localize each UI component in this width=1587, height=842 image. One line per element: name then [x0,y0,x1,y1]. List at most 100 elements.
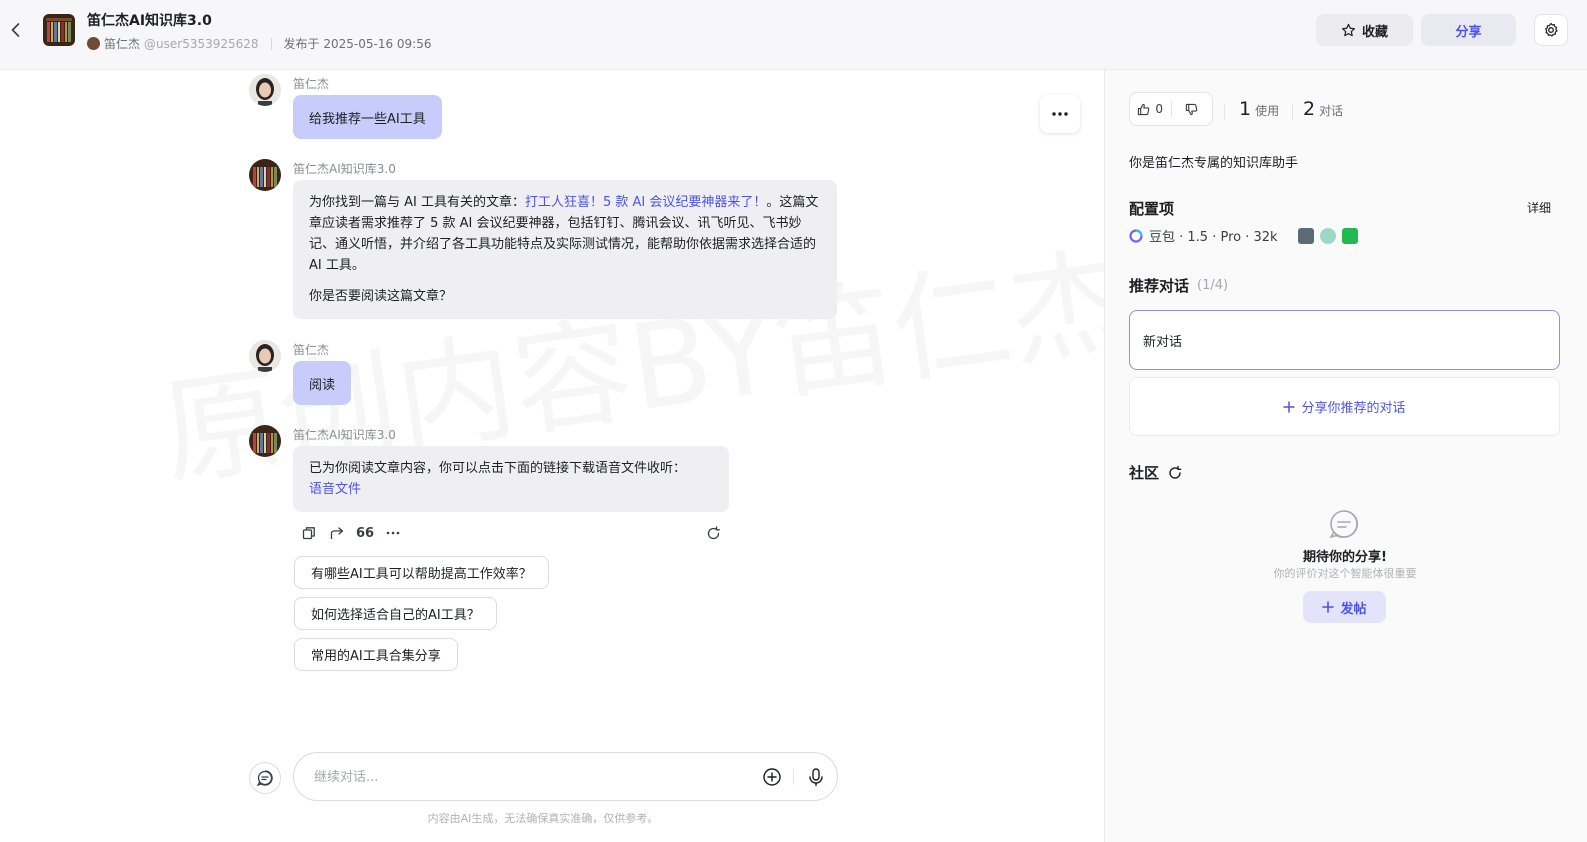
user-name: 笛仁杰 [293,343,330,357]
config-title: 配置项 [1129,198,1174,219]
author-name[interactable]: 笛仁杰 [104,35,140,52]
bot-message-paragraph: 为你找到一篇与 AI 工具有关的文章：打工人狂喜！5 款 AI 会议纪要神器来了… [309,192,821,276]
author-avatar [87,37,100,50]
more-options-button[interactable] [1040,95,1080,133]
recommend-count: (1/4) [1197,278,1229,293]
like-count: 0 [1155,102,1164,116]
new-conversation-label: 新对话 [1143,334,1183,350]
chat-input[interactable] [314,767,734,787]
bot-message-avatar [249,159,281,191]
quote-icon[interactable]: 66 [356,524,374,542]
conversation-count: 2 [1303,98,1316,120]
empty-state-subtitle: 你的评价对这个智能体很重要 [1273,567,1417,580]
star-icon [1341,23,1355,36]
copy-icon[interactable] [300,524,318,542]
usage-count: 1 [1239,98,1252,120]
rating-group: 0 [1129,92,1213,126]
gear-icon [1545,22,1558,37]
header-meta: 笛仁杰 @user5353925628 发布于 2025-05-16 09:56 [87,35,432,52]
empty-state-title: 期待你的分享! [1303,550,1387,565]
plugin-icon[interactable] [1341,227,1358,244]
new-conversation-card[interactable]: 新对话 [1129,310,1560,370]
thumbs-down-icon [1186,103,1198,115]
more-dots-icon [1052,112,1068,116]
detail-link[interactable]: 详细 [1527,199,1551,216]
recommend-title: 推荐对话 (1/4) [1129,275,1228,296]
dislike-button[interactable] [1171,93,1212,125]
share-icon[interactable] [328,524,346,542]
post-button[interactable]: 发帖 [1303,591,1386,623]
regenerate-icon[interactable] [704,524,722,542]
recommend-title-text: 推荐对话 [1129,277,1190,295]
bot-text: 已为你阅读文章内容，你可以点击下面的链接下载语音文件收听： [309,461,687,476]
comment-icon [1327,507,1361,541]
post-label: 发帖 [1340,601,1367,617]
bot-message: 已为你阅读文章内容，你可以点击下面的链接下载语音文件收听： 语音文件 [293,446,729,512]
conversation-label: 对话 [1319,104,1344,118]
bot-name: 笛仁杰AI知识库3.0 [293,162,396,176]
plus-icon [1283,400,1296,413]
bot-message-avatar [249,425,281,457]
more-actions-icon[interactable] [384,524,402,542]
refresh-icon[interactable] [1167,465,1183,481]
app-root: 笛仁杰AI知识库3.0 笛仁杰 @user5353925628 发布于 2025… [0,0,1587,842]
usage-stat: 1 使用 [1239,98,1279,120]
bot-name: 笛仁杰AI知识库3.0 [293,428,396,442]
microphone-icon[interactable] [805,766,827,788]
favorite-label: 收藏 [1361,24,1388,40]
bot-message-paragraph: 已为你阅读文章内容，你可以点击下面的链接下载语音文件收听： 语音文件 [309,458,713,500]
user-message: 阅读 [293,361,352,405]
user-message-text: 给我推荐一些AI工具 [309,111,426,127]
like-button[interactable]: 0 [1130,93,1171,125]
usage-label: 使用 [1255,104,1280,118]
suggestion-chip[interactable]: 有哪些AI工具可以帮助提高工作效率？ [294,556,549,589]
community-title: 社区 [1129,462,1183,483]
doubao-model-icon [1129,228,1143,243]
model-info: 豆包 · 1.5 · Pro · 32k [1129,226,1358,245]
plugin-icon[interactable] [1319,227,1336,244]
settings-button[interactable] [1534,14,1568,46]
bot-title: 笛仁杰AI知识库3.0 [87,13,212,29]
config-title-text: 配置项 [1129,200,1175,218]
user-message-text: 阅读 [309,377,336,393]
bot-description: 你是笛仁杰专属的知识库助手 [1129,156,1299,171]
header: 笛仁杰AI知识库3.0 笛仁杰 @user5353925628 发布于 2025… [0,0,1587,70]
input-divider [793,769,794,785]
conversation-stat: 2 对话 [1303,98,1343,120]
bot-avatar [43,14,75,46]
model-name: 豆包 · 1.5 · Pro · 32k [1149,230,1278,245]
audio-file-link[interactable]: 语音文件 [309,482,361,497]
bot-question: 你是否要阅读这篇文章？ [309,289,453,304]
share-recommended-label: 分享你推荐的对话 [1301,401,1406,416]
share-button[interactable]: 分享 [1421,14,1516,46]
share-label: 分享 [1455,24,1482,40]
share-recommended-button[interactable]: 分享你推荐的对话 [1129,377,1560,436]
plugin-icon[interactable] [1297,227,1314,244]
suggestion-chip[interactable]: 如何选择适合自己的AI工具？ [294,597,497,630]
plus-icon [1322,601,1335,613]
favorite-button[interactable]: 收藏 [1316,14,1413,46]
thumbs-up-icon [1138,103,1150,115]
back-icon[interactable] [6,20,26,40]
stats-divider [1224,104,1225,120]
suggestion-chip[interactable]: 常用的AI工具合集分享 [294,638,458,671]
message-actions: 66 [300,522,730,544]
chat-input-box [293,752,838,801]
community-title-text: 社区 [1129,464,1160,482]
user-name: 笛仁杰 [293,77,330,91]
author-handle: @user5353925628 [144,36,259,51]
user-message: 给我推荐一些AI工具 [293,95,442,139]
chat-area: 原创内容BY笛仁杰 笛仁杰 给我推荐一些AI工具 笛仁杰AI知识库3.0 为你找… [0,70,1104,842]
bot-text: 为你找到一篇与 AI 工具有关的文章： [309,195,525,210]
publish-time: 发布于 2025-05-16 09:56 [283,37,432,51]
add-attachment-icon[interactable] [761,766,783,788]
new-topic-icon [256,770,273,787]
user-avatar [249,340,281,372]
ai-disclaimer: 内容由AI生成，无法确保真实准确，仅供参考。 [427,812,659,825]
stats-divider [1292,104,1293,120]
bot-message: 为你找到一篇与 AI 工具有关的文章：打工人狂喜！5 款 AI 会议纪要神器来了… [293,180,837,319]
new-topic-button[interactable] [249,762,281,794]
user-avatar [249,74,281,106]
info-panel: 0 1 使用 2 对话 你是笛仁杰专属的知识库助手 配置项 详细 豆包 · 1.… [1104,70,1587,842]
article-link[interactable]: 打工人狂喜！5 款 AI 会议纪要神器来了！ [525,195,766,210]
